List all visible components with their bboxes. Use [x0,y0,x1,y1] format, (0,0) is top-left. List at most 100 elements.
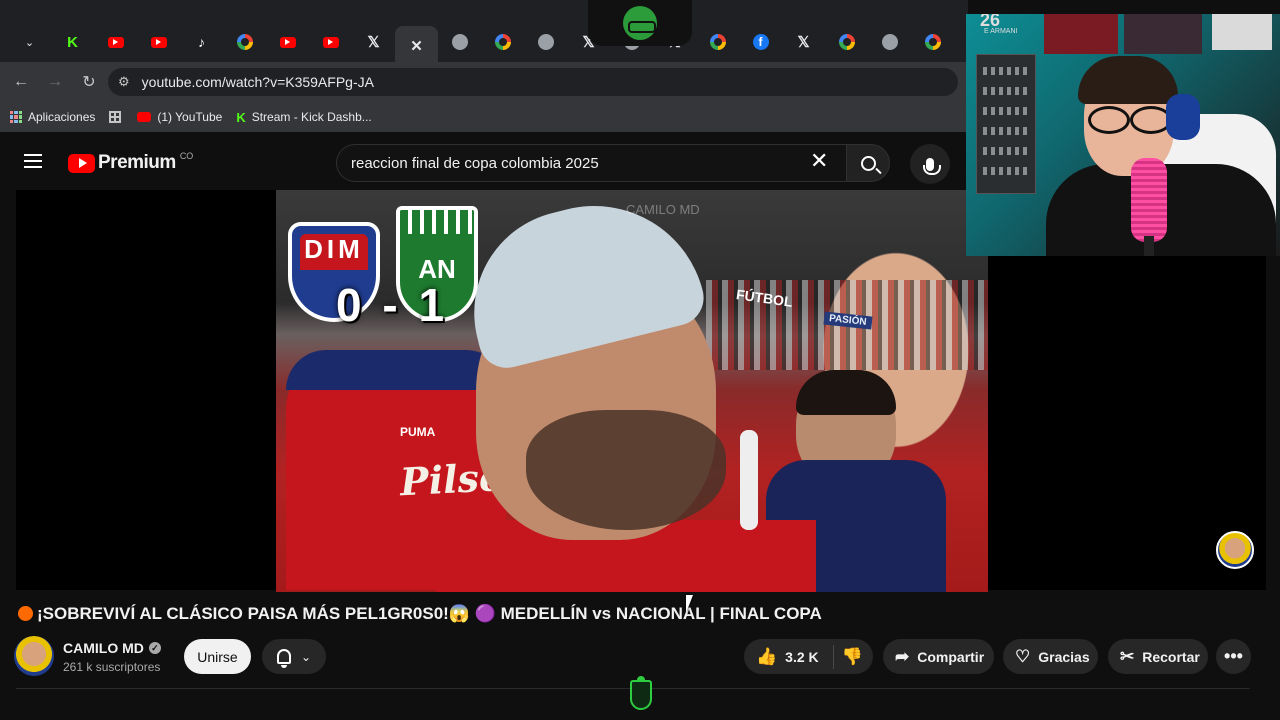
clip-label: Recortar [1142,648,1200,665]
divider [832,644,834,669]
browser-tab[interactable] [481,26,524,58]
microphone-icon [923,157,941,175]
voice-search-button[interactable] [910,144,950,184]
kick-icon: K [236,109,246,125]
youtube-premium-logo[interactable]: Premium CO [68,151,193,174]
close-icon[interactable]: ✕ [409,38,425,54]
youtube-play-icon [68,153,95,173]
bottle [740,430,758,530]
search-icon [860,155,876,171]
wall-board [976,54,1036,194]
search-input[interactable]: reaccion final de copa colombia 2025 [336,144,850,182]
chevron-down-icon: ⌄ [24,36,35,49]
mic-stand [1144,236,1154,256]
browser-tab[interactable] [825,26,868,58]
verified-icon: ✓ [148,642,161,654]
forward-button[interactable]: → [38,65,72,99]
more-actions-button[interactable]: ••• [1216,639,1251,674]
tiktok-icon: ♪ [198,34,205,50]
browser-tab[interactable]: K [51,26,94,58]
poster-name: E ARMANI [984,28,1018,35]
tab-groups-icon[interactable] [109,111,122,123]
screen: ⌄ K♪𝕏✕𝕏𝕏f𝕏 ← → ↻ ⚙ youtube.com/watch?v=K… [0,0,1280,720]
poster-2 [1124,14,1202,54]
share-label: Compartir [917,648,985,665]
search-button[interactable] [846,144,890,182]
like-icon[interactable]: 👍 [756,647,777,667]
tab-list-dropdown[interactable]: ⌄ [8,26,51,58]
tab-strip: ⌄ K♪𝕏✕𝕏𝕏f𝕏 [0,22,968,66]
clear-search-icon[interactable]: ✕ [810,150,828,172]
channel-watermark-avatar[interactable] [1216,531,1254,569]
browser-tab[interactable]: 𝕏 [352,26,395,58]
fire-icon [18,606,33,621]
video-title: ¡SOBREVIVÍ AL CLÁSICO PAISA MÁS PEL1GR0S… [18,604,822,624]
browser-tab[interactable] [223,26,266,58]
apps-grid-icon [10,111,22,123]
glasses-icon [1088,106,1172,134]
bookmark-kick[interactable]: K Stream - Kick Dashb... [236,110,371,125]
browser-tab[interactable]: 𝕏 [782,26,825,58]
channel-name[interactable]: CAMILO MD ✓ [63,640,161,656]
youtube-header: Premium CO reaccion final de copa colomb… [0,136,968,190]
clip-button[interactable]: ✂ Recortar [1108,639,1208,674]
browser-tab[interactable]: ♪ [180,26,223,58]
bookmark-apps[interactable]: Aplicaciones [10,110,95,124]
video-watermark: CAMILO MD [626,202,700,217]
site-settings-icon[interactable]: ⚙ [118,74,130,90]
scissors-icon: ✂ [1120,646,1135,666]
share-icon: ➦ [895,646,910,666]
browser-tab[interactable]: ✕ [395,26,438,66]
thanks-button[interactable]: ♡ Gracias [1003,639,1098,674]
youtube-icon [279,36,296,48]
channel-avatar[interactable] [14,636,54,676]
share-button[interactable]: ➦ Compartir [883,639,994,674]
chevron-down-icon: ⌄ [300,649,312,664]
browser-tab[interactable] [524,26,567,58]
bookmark-youtube[interactable]: (1) YouTube [137,110,222,124]
x-icon: 𝕏 [367,33,380,51]
globe-icon [881,34,898,50]
video-title-text: ¡SOBREVIVÍ AL CLÁSICO PAISA MÁS PEL1GR0S… [37,604,822,623]
browser-tab[interactable] [309,26,352,58]
google-icon [709,34,726,50]
streamer-webcam: 26 E ARMANI [966,14,1280,256]
more-icon: ••• [1224,646,1243,666]
browser-tab[interactable] [696,26,739,58]
notifications-button[interactable]: ⌄ [262,639,326,674]
shirt-brand: PUMA [400,425,436,439]
browser-tab[interactable] [438,26,481,58]
logo-text: Premium [98,152,176,173]
glasses-face-icon [623,6,657,40]
poster-3 [1212,14,1272,50]
address-bar-row: ← → ↻ ⚙ youtube.com/watch?v=K359AFPg-JA [0,62,968,102]
google-icon [494,34,511,50]
mouse-cursor [686,595,693,613]
browser-tab[interactable] [94,26,137,58]
like-count[interactable]: 3.2 K [785,649,818,665]
bookmark-apps-label: Aplicaciones [28,110,96,124]
omnibox[interactable]: ⚙ youtube.com/watch?v=K359AFPg-JA [108,68,958,96]
reload-button[interactable]: ↻ [72,65,106,99]
globe-icon [537,34,554,50]
like-dislike-group: 👍 3.2 K 👎 [744,639,873,674]
menu-icon[interactable] [24,154,42,168]
browser-tab[interactable] [266,26,309,58]
browser-tab[interactable] [868,26,911,58]
browser-tab[interactable]: f [739,26,782,58]
video-frame[interactable]: FÚTBOL PASIÓN PUMA Pilsen CAMILO MD DIM … [276,190,988,592]
video-scene: FÚTBOL PASIÓN PUMA Pilsen CAMILO MD DIM … [276,190,988,592]
arrow-left-icon: ← [13,73,29,90]
channel-name-text: CAMILO MD [63,640,144,656]
browser-tab[interactable] [137,26,180,58]
facebook-icon: f [752,34,769,50]
bookmark-kick-label: Stream - Kick Dashb... [251,110,372,124]
reload-icon: ↻ [82,74,96,91]
dislike-icon[interactable]: 👎 [842,647,863,667]
back-button[interactable]: ← [4,65,38,99]
google-icon [924,34,941,50]
browser-tab[interactable] [911,26,954,58]
score-overlay: 0 - 1 [336,279,449,331]
youtube-icon [137,112,152,122]
join-button[interactable]: Unirse [184,639,251,674]
